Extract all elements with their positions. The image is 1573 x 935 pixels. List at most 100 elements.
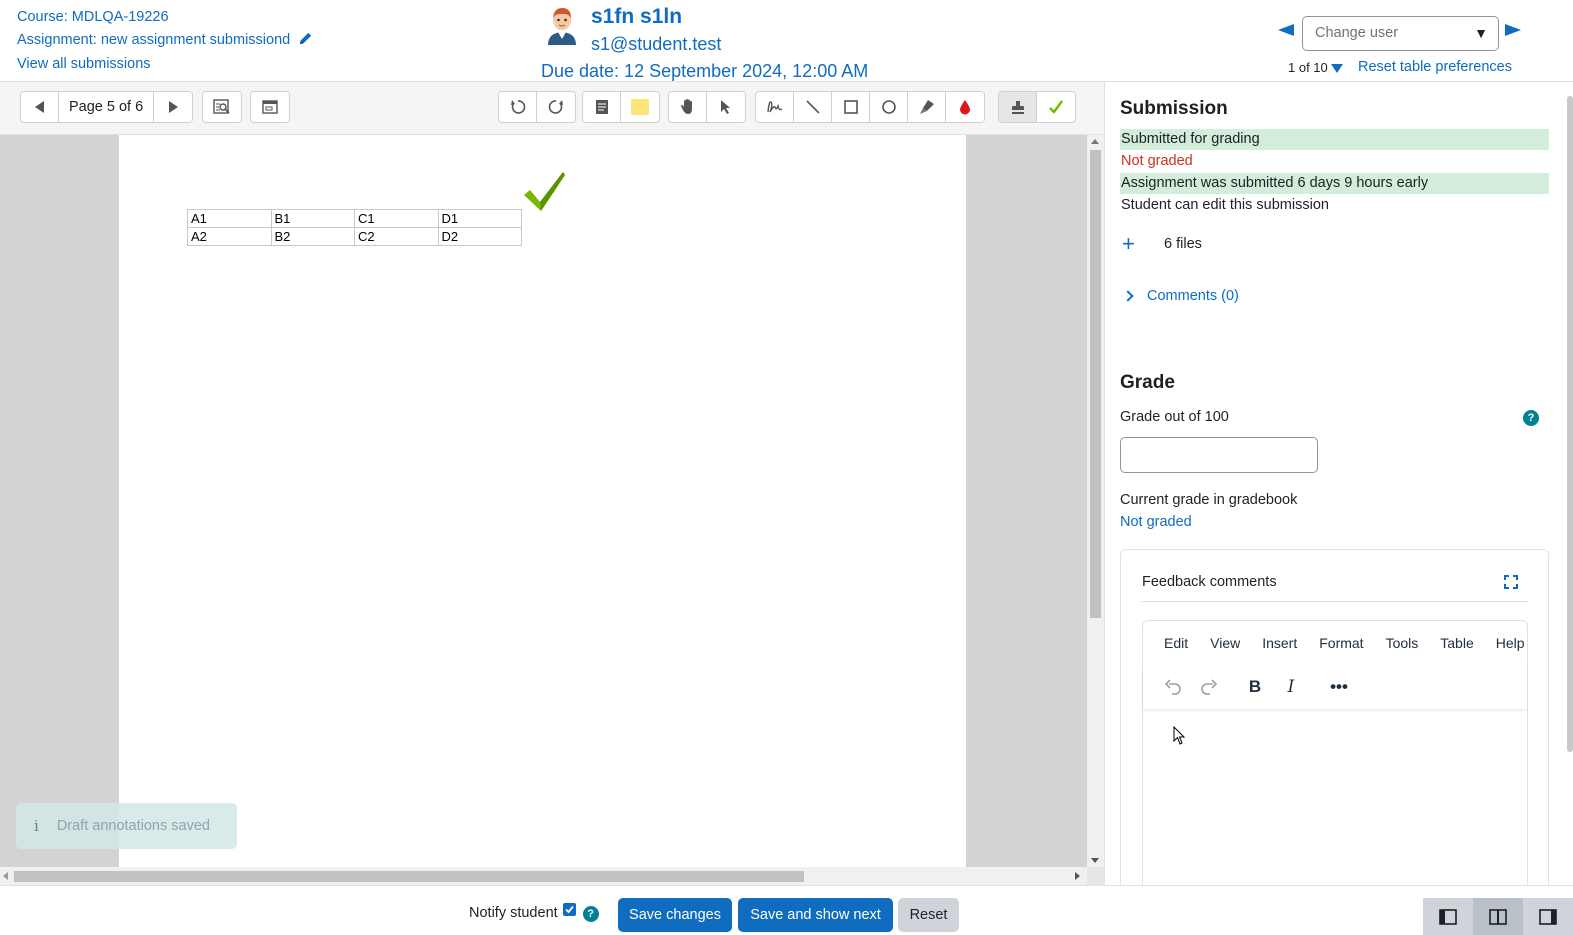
- course-info: Course: MDLQA-19226 Assignment: new assi…: [17, 6, 313, 76]
- menu-tools[interactable]: Tools: [1386, 635, 1419, 651]
- next-page-button[interactable]: [154, 92, 193, 122]
- pan-select-group: [668, 91, 746, 123]
- rotate-left-icon[interactable]: [499, 92, 537, 122]
- divider: [1141, 601, 1529, 602]
- edit-pencil-icon[interactable]: [298, 31, 313, 54]
- oval-icon[interactable]: [870, 92, 908, 122]
- comments-toggle[interactable]: Comments (0): [1122, 288, 1239, 304]
- horizontal-scroll-thumb[interactable]: [14, 871, 804, 882]
- grading-panel: Submission Submitted for grading Not gra…: [1104, 82, 1573, 885]
- reset-table-preferences-link[interactable]: Reset table preferences: [1358, 59, 1512, 75]
- grade-input[interactable]: [1120, 437, 1318, 473]
- stamp-group: [998, 91, 1076, 123]
- stamp-check-icon[interactable]: [1037, 92, 1075, 122]
- draw-tools-group: [755, 91, 985, 123]
- annotation-toolbar: Page 5 of 6: [0, 82, 1104, 135]
- vertical-scrollbar[interactable]: [1087, 135, 1104, 867]
- highlight-icon[interactable]: [908, 92, 946, 122]
- more-icon[interactable]: •••: [1321, 673, 1357, 701]
- vertical-scroll-thumb[interactable]: [1090, 150, 1101, 618]
- comment-icon[interactable]: [583, 92, 621, 122]
- rectangle-icon[interactable]: [832, 92, 870, 122]
- italic-icon[interactable]: I: [1273, 673, 1309, 701]
- panel-scrollbar[interactable]: [1567, 96, 1573, 752]
- previous-user-icon[interactable]: [1278, 24, 1294, 36]
- undo-icon[interactable]: [1155, 673, 1191, 701]
- pdf-page[interactable]: A1 B1 C1 D1 A2 B2 C2 D2: [119, 135, 966, 867]
- annotation-color-icon[interactable]: [946, 92, 984, 122]
- redo-icon[interactable]: [1191, 673, 1227, 701]
- horizontal-scrollbar[interactable]: [0, 867, 1087, 885]
- editor-toolbar: B I •••: [1143, 665, 1527, 709]
- gradebook-value-link[interactable]: Not graded: [1120, 514, 1192, 530]
- page-select[interactable]: Page 5 of 6: [59, 92, 155, 122]
- mouse-cursor-icon: [1173, 725, 1187, 751]
- plus-icon[interactable]: +: [1122, 233, 1146, 255]
- help-icon[interactable]: ?: [582, 906, 599, 922]
- submission-heading: Submission: [1120, 98, 1228, 119]
- next-user-icon[interactable]: [1505, 24, 1521, 36]
- table-cell: A2: [187, 227, 272, 246]
- grader-footer: Notify student ? Save changes Save and s…: [0, 885, 1573, 935]
- layout-collapse-review-icon[interactable]: [1523, 898, 1573, 935]
- edit-status: Student can edit this submission: [1121, 197, 1329, 213]
- layout-collapse-grade-icon[interactable]: [1423, 898, 1473, 935]
- menu-edit[interactable]: Edit: [1164, 635, 1188, 651]
- reset-button[interactable]: Reset: [898, 898, 959, 932]
- document-viewer[interactable]: A1 B1 C1 D1 A2 B2 C2 D2 i Draft annotati…: [0, 135, 1104, 885]
- filter-icon[interactable]: [1330, 64, 1343, 73]
- checkmark-stamp-icon[interactable]: [523, 171, 567, 218]
- menu-insert[interactable]: Insert: [1262, 635, 1297, 651]
- layout-default-icon[interactable]: [1473, 898, 1523, 935]
- feedback-title: Feedback comments: [1142, 574, 1277, 590]
- bold-icon[interactable]: B: [1237, 673, 1273, 701]
- line-icon[interactable]: [794, 92, 832, 122]
- gradebook-label: Current grade in gradebook: [1120, 492, 1298, 508]
- save-changes-button[interactable]: Save changes: [618, 898, 732, 932]
- menu-help[interactable]: Help: [1496, 635, 1525, 651]
- comment-color-icon[interactable]: [621, 92, 659, 122]
- save-and-show-next-button[interactable]: Save and show next: [738, 898, 893, 932]
- rotate-group: [498, 91, 576, 123]
- user-name[interactable]: s1fn s1ln: [591, 5, 682, 29]
- pan-hand-icon[interactable]: [669, 92, 707, 122]
- files-row[interactable]: + 6 files: [1122, 233, 1202, 255]
- page-navigation: Page 5 of 6: [20, 91, 194, 123]
- table-cell: B1: [270, 209, 355, 228]
- due-date: Due date: 12 September 2024, 12:00 AM: [541, 61, 869, 81]
- notify-student: Notify student ?: [469, 902, 599, 922]
- change-user-select[interactable]: Change user ▼: [1302, 16, 1499, 51]
- rich-text-editor[interactable]: Edit View Insert Format Tools Table Help…: [1142, 620, 1528, 885]
- rotate-right-icon[interactable]: [537, 92, 575, 122]
- table-row: A1 B1 C1 D1: [187, 209, 522, 228]
- table-row: A2 B2 C2 D2: [187, 227, 522, 246]
- course-link[interactable]: Course: MDLQA-19226: [17, 9, 169, 25]
- assignment-link[interactable]: Assignment: new assignment submissiond: [17, 32, 290, 48]
- user-count[interactable]: 1 of 10: [1288, 60, 1343, 75]
- stamp-icon[interactable]: [999, 92, 1037, 122]
- menu-table[interactable]: Table: [1440, 635, 1473, 651]
- table-cell: D1: [437, 209, 522, 228]
- expand-icon[interactable]: [1504, 575, 1518, 589]
- avatar: [545, 5, 579, 45]
- expand-comments-icon[interactable]: [251, 92, 289, 122]
- files-count: 6 files: [1164, 236, 1202, 252]
- document-table: A1 B1 C1 D1 A2 B2 C2 D2: [187, 209, 522, 246]
- menu-format[interactable]: Format: [1319, 635, 1363, 651]
- help-icon[interactable]: ?: [1523, 410, 1539, 426]
- user-email: s1@student.test: [591, 34, 722, 54]
- search-comments-group: [202, 91, 242, 123]
- grader-header: Course: MDLQA-19226 Assignment: new assi…: [0, 0, 1573, 82]
- search-comments-icon[interactable]: [203, 92, 241, 122]
- select-cursor-icon[interactable]: [707, 92, 745, 122]
- caret-down-icon: ▼: [1474, 25, 1488, 41]
- previous-page-button[interactable]: [21, 92, 59, 122]
- table-cell: A1: [187, 209, 272, 228]
- notify-checkbox[interactable]: [562, 902, 576, 916]
- menu-view[interactable]: View: [1210, 635, 1240, 651]
- table-cell: C2: [354, 227, 439, 246]
- view-all-submissions-link[interactable]: View all submissions: [17, 56, 151, 72]
- pen-icon[interactable]: [756, 92, 794, 122]
- scroll-corner: [1087, 867, 1104, 885]
- feedback-comments-card: Feedback comments Edit View Insert Forma…: [1120, 549, 1549, 885]
